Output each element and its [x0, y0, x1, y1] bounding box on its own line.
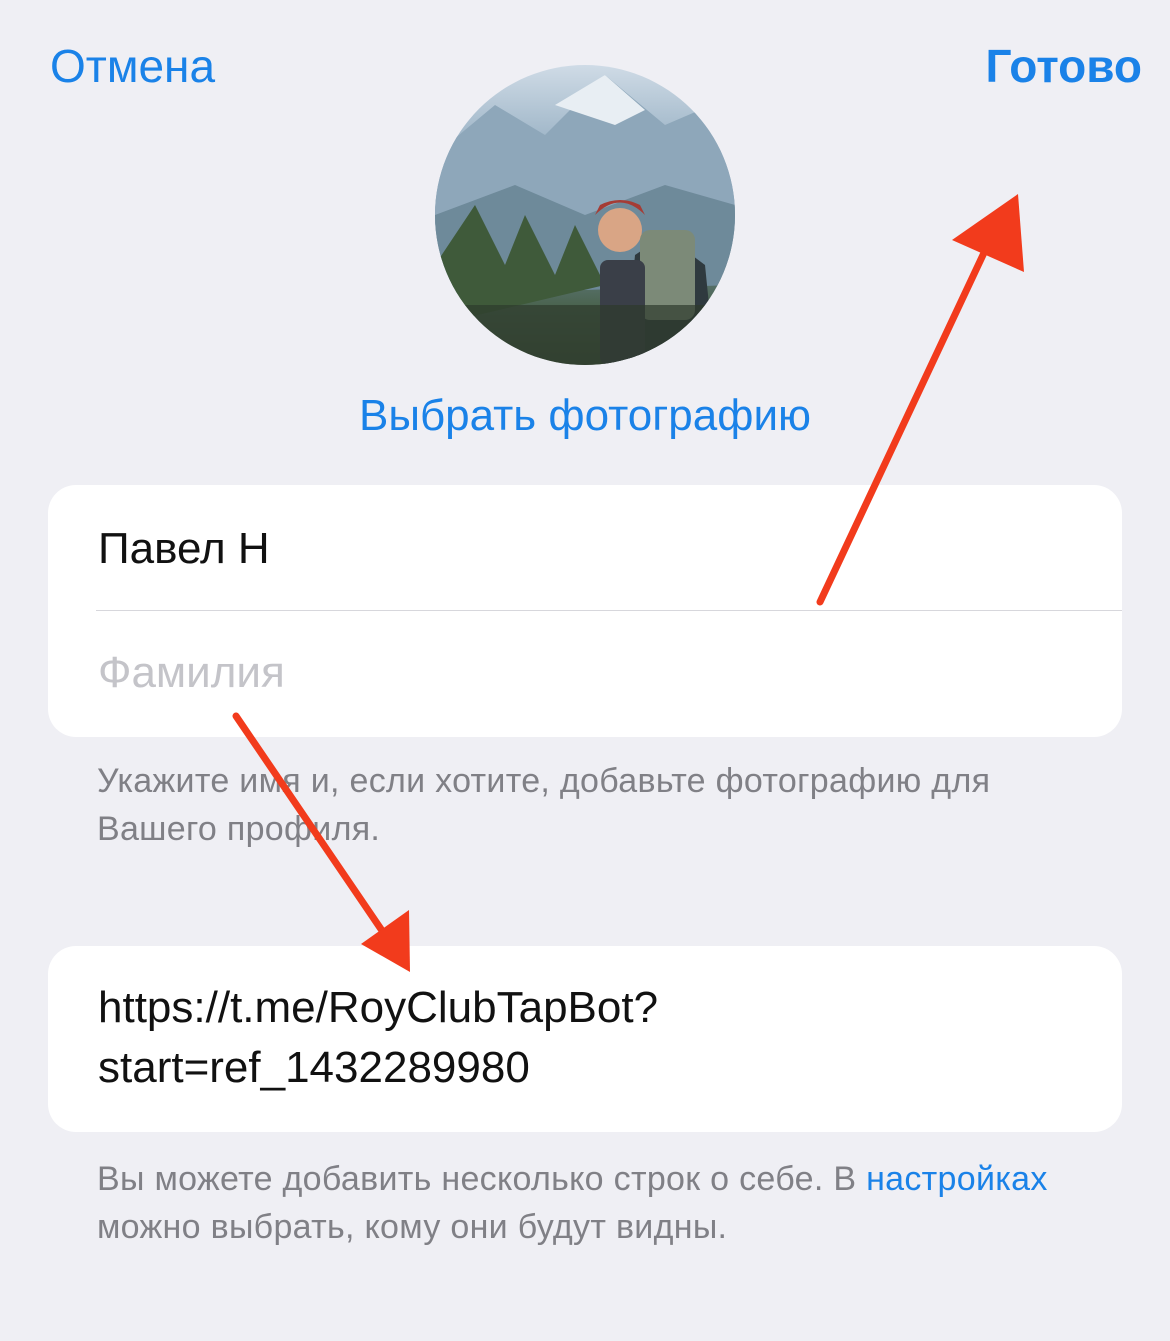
- cancel-button[interactable]: Отмена: [50, 38, 215, 94]
- bio-hint-text-2: можно выбрать, кому они будут видны.: [97, 1208, 728, 1246]
- avatar-photo: [435, 75, 735, 365]
- settings-link[interactable]: настройках: [866, 1160, 1048, 1198]
- done-button[interactable]: Готово: [985, 38, 1142, 94]
- avatar[interactable]: [435, 65, 735, 365]
- first-name-field[interactable]: Павел Н: [98, 487, 1122, 611]
- bio-field[interactable]: https://t.me/RoyClubTapBot? start=ref_14…: [98, 978, 1098, 1098]
- last-name-field[interactable]: Фамилия: [98, 611, 1122, 735]
- choose-photo-button[interactable]: Выбрать фотографию: [0, 388, 1170, 444]
- bio-hint: Вы можете добавить несколько строк о себ…: [97, 1155, 1097, 1251]
- name-card: Павел Н Фамилия: [48, 485, 1122, 737]
- bio-card: https://t.me/RoyClubTapBot? start=ref_14…: [48, 946, 1122, 1132]
- name-hint: Укажите имя и, если хотите, добавьте фот…: [97, 762, 991, 848]
- bio-line-2: start=ref_1432289980: [98, 1043, 530, 1092]
- bio-line-1: https://t.me/RoyClubTapBot?: [98, 983, 659, 1032]
- bio-hint-text-1: Вы можете добавить несколько строк о себ…: [97, 1160, 867, 1198]
